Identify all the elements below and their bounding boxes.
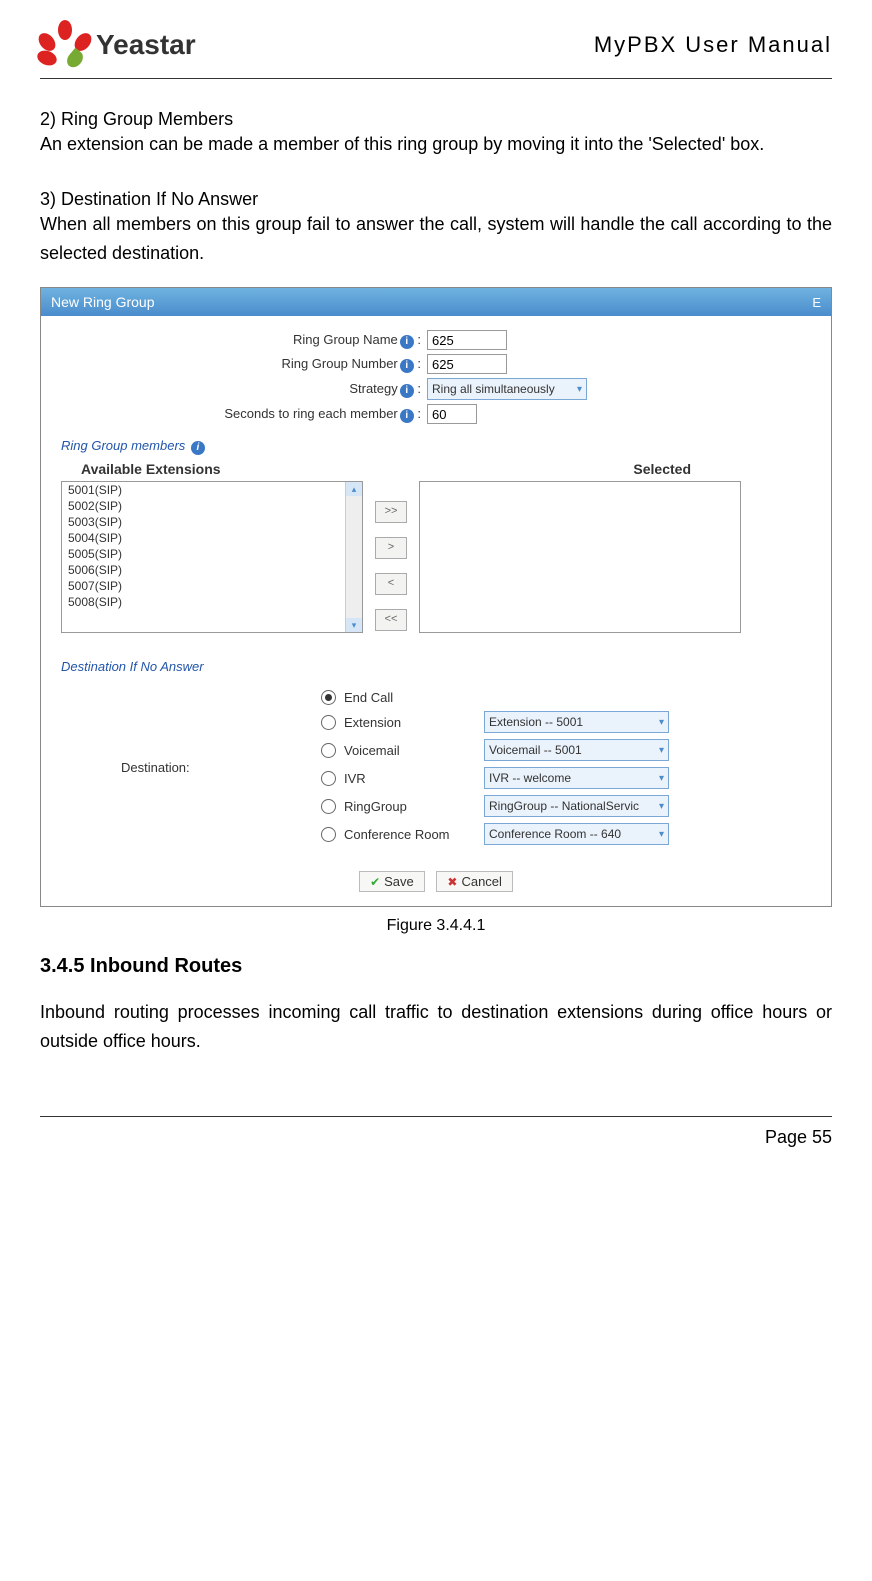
voicemail-select[interactable]: Voicemail -- 5001▾ bbox=[484, 739, 669, 761]
extension-select[interactable]: Extension -- 5001▾ bbox=[484, 711, 669, 733]
selected-title: Selected bbox=[633, 461, 691, 477]
radio-end-call[interactable] bbox=[321, 690, 336, 705]
check-icon: ✔ bbox=[370, 875, 380, 889]
section-3-text: When all members on this group fail to a… bbox=[40, 210, 832, 268]
ringgroup-select[interactable]: RingGroup -- NationalServic▾ bbox=[484, 795, 669, 817]
conference-select[interactable]: Conference Room -- 640▾ bbox=[484, 823, 669, 845]
list-item[interactable]: 5003(SIP) bbox=[62, 514, 362, 530]
close-icon[interactable]: E bbox=[812, 295, 821, 310]
radio-ivr[interactable] bbox=[321, 771, 336, 786]
window-titlebar: New Ring Group E bbox=[41, 288, 831, 316]
destination-if-no-answer-section: Destination If No Answer bbox=[61, 659, 811, 674]
radio-label: Conference Room bbox=[344, 827, 484, 842]
chevron-down-icon: ▾ bbox=[659, 717, 664, 728]
radio-ringgroup[interactable] bbox=[321, 799, 336, 814]
radio-label: Extension bbox=[344, 715, 484, 730]
radio-conference[interactable] bbox=[321, 827, 336, 842]
seconds-input[interactable] bbox=[427, 404, 477, 424]
screenshot-new-ring-group: New Ring Group E Ring Group Namei : Ring… bbox=[40, 287, 832, 907]
scroll-down-icon[interactable]: ▾ bbox=[346, 618, 362, 632]
section-345-text: Inbound routing processes incoming call … bbox=[40, 998, 832, 1056]
move-all-right-button[interactable]: >> bbox=[375, 501, 407, 523]
page-number: Page 55 bbox=[765, 1127, 832, 1147]
section-3-title: 3) Destination If No Answer bbox=[40, 189, 832, 210]
radio-label: RingGroup bbox=[344, 799, 484, 814]
label-ring-group-number: Ring Group Number bbox=[281, 356, 397, 371]
radio-extension[interactable] bbox=[321, 715, 336, 730]
radio-label: Voicemail bbox=[344, 743, 484, 758]
chevron-down-icon: ▾ bbox=[659, 801, 664, 812]
radio-label: End Call bbox=[344, 690, 484, 705]
list-item[interactable]: 5002(SIP) bbox=[62, 498, 362, 514]
list-item[interactable]: 5005(SIP) bbox=[62, 546, 362, 562]
info-icon[interactable]: i bbox=[400, 409, 414, 423]
chevron-down-icon: ▾ bbox=[659, 773, 664, 784]
section-2-title: 2) Ring Group Members bbox=[40, 109, 832, 130]
radio-voicemail[interactable] bbox=[321, 743, 336, 758]
label-ring-group-name: Ring Group Name bbox=[293, 332, 398, 347]
figure-caption: Figure 3.4.4.1 bbox=[40, 917, 832, 935]
move-all-left-button[interactable]: << bbox=[375, 609, 407, 631]
radio-label: IVR bbox=[344, 771, 484, 786]
chevron-down-icon: ▾ bbox=[577, 384, 582, 395]
page-footer: Page 55 bbox=[40, 1116, 832, 1148]
ring-group-number-input[interactable] bbox=[427, 354, 507, 374]
info-icon[interactable]: i bbox=[191, 441, 205, 455]
info-icon[interactable]: i bbox=[400, 335, 414, 349]
x-icon: ✖ bbox=[447, 875, 457, 889]
label-seconds: Seconds to ring each member bbox=[224, 406, 397, 421]
selected-extensions-listbox[interactable] bbox=[419, 481, 741, 633]
move-left-button[interactable]: < bbox=[375, 573, 407, 595]
section-345-heading: 3.4.5 Inbound Routes bbox=[40, 955, 832, 978]
section-2-text: An extension can be made a member of thi… bbox=[40, 130, 832, 159]
scroll-up-icon[interactable]: ▴ bbox=[346, 482, 362, 496]
list-item[interactable]: 5007(SIP) bbox=[62, 578, 362, 594]
page-header: Yeastar MyPBX User Manual bbox=[40, 20, 832, 79]
strategy-value: Ring all simultaneously bbox=[432, 382, 555, 396]
window-title: New Ring Group bbox=[51, 294, 155, 310]
ring-group-name-input[interactable] bbox=[427, 330, 507, 350]
cancel-button[interactable]: ✖Cancel bbox=[436, 871, 513, 892]
available-extensions-listbox[interactable]: 5001(SIP) 5002(SIP) 5003(SIP) 5004(SIP) … bbox=[61, 481, 363, 633]
chevron-down-icon: ▾ bbox=[659, 829, 664, 840]
label-strategy: Strategy bbox=[349, 381, 397, 396]
logo-text: Yeastar bbox=[96, 29, 196, 61]
ivr-select[interactable]: IVR -- welcome▾ bbox=[484, 767, 669, 789]
document-title: MyPBX User Manual bbox=[594, 32, 832, 58]
yeastar-flower-icon bbox=[40, 20, 90, 70]
strategy-select[interactable]: Ring all simultaneously ▾ bbox=[427, 378, 587, 400]
save-button[interactable]: ✔Save bbox=[359, 871, 425, 892]
chevron-down-icon: ▾ bbox=[659, 745, 664, 756]
ring-group-members-section: Ring Group members i bbox=[61, 438, 811, 455]
destination-label: Destination: bbox=[61, 760, 321, 775]
list-item[interactable]: 5004(SIP) bbox=[62, 530, 362, 546]
logo: Yeastar bbox=[40, 20, 196, 70]
list-item[interactable]: 5006(SIP) bbox=[62, 562, 362, 578]
info-icon[interactable]: i bbox=[400, 359, 414, 373]
list-item[interactable]: 5008(SIP) bbox=[62, 594, 362, 610]
info-icon[interactable]: i bbox=[400, 384, 414, 398]
scrollbar[interactable]: ▴ ▾ bbox=[345, 482, 362, 632]
list-item[interactable]: 5001(SIP) bbox=[62, 482, 362, 498]
move-right-button[interactable]: > bbox=[375, 537, 407, 559]
available-extensions-title: Available Extensions bbox=[81, 461, 221, 477]
